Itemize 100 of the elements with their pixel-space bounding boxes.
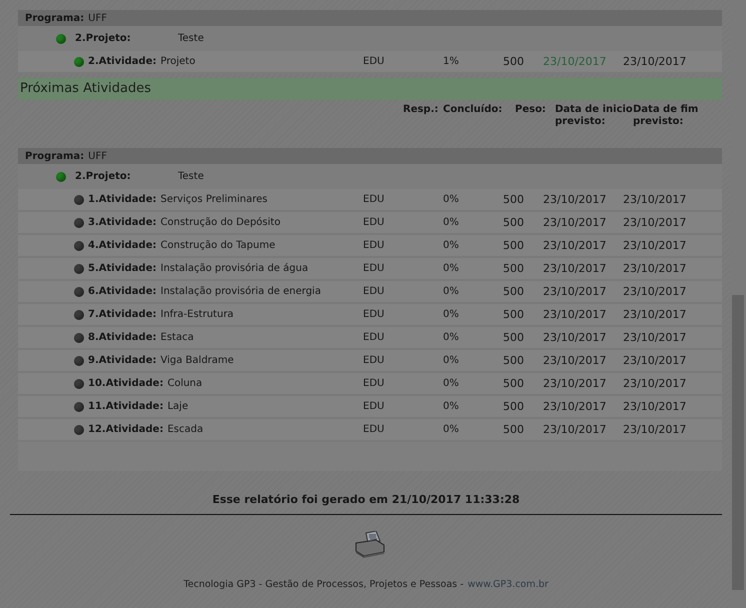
table-cell-text: EDU xyxy=(363,56,386,67)
table-cell-text: 23/10/2017 xyxy=(623,285,688,298)
table-cell-text: 0% xyxy=(443,194,460,205)
activity-name: Projeto xyxy=(160,56,196,67)
table-cell-text: EDU xyxy=(363,332,386,343)
table-cell-text: 23/10/2017 xyxy=(543,423,608,436)
table-cell-text: 1% xyxy=(443,56,460,67)
table-cell-text: 500 xyxy=(503,285,525,298)
table-cell-text: 23/10/2017 xyxy=(543,377,608,390)
column-header: Peso: xyxy=(515,104,547,116)
activity-name: Coluna xyxy=(167,378,202,389)
table-cell-text: 23/10/2017 xyxy=(623,354,688,367)
activity-name: Construção do Tapume xyxy=(160,240,276,251)
table-cell-text: 0% xyxy=(443,217,460,228)
activity-name: Infra-Estrutura xyxy=(160,309,234,320)
table-cell-text: 23/10/2017 xyxy=(623,262,688,275)
table-cell-text: 0% xyxy=(443,378,460,389)
table-cell-text: 23/10/2017 xyxy=(543,331,608,344)
program-name: UFF xyxy=(88,150,107,162)
table-cell-text: 500 xyxy=(503,193,525,206)
table-cell-text: 23/10/2017 xyxy=(623,423,688,436)
activity-name: Estaca xyxy=(160,332,194,343)
column-header: Resp.: xyxy=(403,104,440,116)
table-cell-text: 0% xyxy=(443,332,460,343)
activity-label: 11.Atividade: xyxy=(88,401,164,412)
program-name: UFF xyxy=(88,12,107,24)
project-label: 2.Projeto: xyxy=(75,33,132,44)
table-cell-text: 500 xyxy=(503,354,525,367)
table-cell-text: 0% xyxy=(443,309,460,320)
project-name: Teste xyxy=(178,33,204,44)
table-cell-text: EDU xyxy=(363,194,386,205)
activity-label: 10.Atividade: xyxy=(88,378,164,389)
table-cell-text: EDU xyxy=(363,309,386,320)
table-cell-text: EDU xyxy=(363,286,386,297)
printer-icon[interactable] xyxy=(354,531,386,559)
table-cell-text: 23/10/2017 xyxy=(543,262,608,275)
footer-link[interactable]: www.GP3.com.br xyxy=(468,579,548,590)
column-header: Data de inicio previsto: xyxy=(555,104,633,128)
table-cell-text: 0% xyxy=(443,286,460,297)
activity-name: Laje xyxy=(167,401,188,412)
section-heading: Próximas Atividades xyxy=(18,78,722,100)
table-cell-text: 23/10/2017 xyxy=(543,308,608,321)
activity-label: 3.Atividade: xyxy=(88,217,156,228)
table-cell-text: 23/10/2017 xyxy=(623,400,688,413)
column-header: Data de fim previsto: xyxy=(633,104,700,128)
table-cell-text: EDU xyxy=(363,378,386,389)
program-label: Programa: xyxy=(25,150,84,162)
table-cell-text: EDU xyxy=(363,355,386,366)
table-cell-text: EDU xyxy=(363,240,386,251)
activity-label: 8.Atividade: xyxy=(88,332,156,343)
table-cell-text: 23/10/2017 xyxy=(543,216,608,229)
table-cell-text: 23/10/2017 xyxy=(543,239,608,252)
table-cell-text: EDU xyxy=(363,217,386,228)
table-cell-text: 0% xyxy=(443,240,460,251)
table-cell-text: EDU xyxy=(363,263,386,274)
table-cell-text: 23/10/2017 xyxy=(623,308,688,321)
table-cell-text: 23/10/2017 xyxy=(543,285,608,298)
table-cell-text: 23/10/2017 xyxy=(623,331,688,344)
table-cell-text: 23/10/2017 xyxy=(623,193,688,206)
activity-label: 9.Atividade: xyxy=(88,355,156,366)
activity-name: Escada xyxy=(167,424,204,435)
table-cell-text: 23/10/2017 xyxy=(623,216,688,229)
table-cell-text: 500 xyxy=(503,262,525,275)
table-cell-text: 500 xyxy=(503,377,525,390)
table-cell-text: 23/10/2017 xyxy=(623,55,688,68)
table-cell-text: 500 xyxy=(503,239,525,252)
activity-label: 12.Atividade: xyxy=(88,424,164,435)
table-cell-text: 23/10/2017 xyxy=(543,400,608,413)
activity-name: Construção do Depósito xyxy=(160,217,280,228)
column-header: Concluído: xyxy=(443,104,504,116)
activity-name: Viga Baldrame xyxy=(160,355,234,366)
activity-label: 2.Atividade: xyxy=(88,56,156,67)
footer-text: Tecnologia GP3 - Gestão de Processos, Projetos e Pessoas - xyxy=(184,579,464,590)
activity-label: 6.Atividade: xyxy=(88,286,156,297)
activity-label: 5.Atividade: xyxy=(88,263,156,274)
activity-name: Instalação provisória de água xyxy=(160,263,308,274)
activity-label: 7.Atividade: xyxy=(88,309,156,320)
table-cell-text: 500 xyxy=(503,308,525,321)
report-timestamp: Esse relatório foi gerado em 21/10/2017 11:33:28 xyxy=(211,493,521,506)
table-cell-text: 23/10/2017 xyxy=(623,377,688,390)
activity-label: 4.Atividade: xyxy=(88,240,156,251)
table-cell-text: EDU xyxy=(363,424,386,435)
table-cell-text: 23/10/2017 xyxy=(543,354,608,367)
table-cell-text: 500 xyxy=(503,216,525,229)
table-cell-text: EDU xyxy=(363,401,386,412)
table-cell-text: 23/10/2017 xyxy=(543,55,608,68)
table-cell-text: 500 xyxy=(503,423,525,436)
table-cell-text: 0% xyxy=(443,263,460,274)
project-label: 2.Projeto: xyxy=(75,171,132,182)
table-cell-text: 500 xyxy=(503,400,525,413)
table-cell-text: 500 xyxy=(503,55,525,68)
table-cell-text: 23/10/2017 xyxy=(543,193,608,206)
table-cell-text: 0% xyxy=(443,401,460,412)
activity-label: 1.Atividade: xyxy=(88,194,156,205)
table-cell-text: 0% xyxy=(443,355,460,366)
activity-name: Serviços Preliminares xyxy=(160,194,268,205)
table-cell-text: 0% xyxy=(443,424,460,435)
program-label: Programa: xyxy=(25,12,84,24)
table-cell-text: 500 xyxy=(503,331,525,344)
activity-name: Instalação provisória de energia xyxy=(160,286,321,297)
